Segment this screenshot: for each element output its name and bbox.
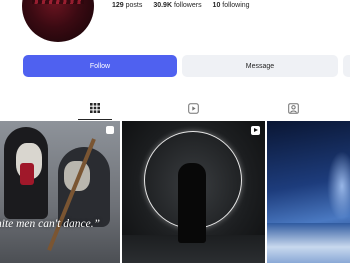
suggested-accounts-button[interactable] bbox=[343, 55, 350, 77]
post-caption-overlay: hite men can't dance.” bbox=[0, 218, 101, 230]
posts-grid: hite men can't dance.” bbox=[0, 121, 350, 263]
tab-reels[interactable] bbox=[138, 98, 248, 120]
profile-stats: 129 posts 30.9K followers 10 following bbox=[112, 2, 259, 9]
post-image-ground bbox=[267, 223, 350, 263]
reel-play-icon bbox=[251, 126, 260, 135]
tagged-icon bbox=[287, 103, 299, 114]
post-tile[interactable] bbox=[122, 121, 265, 263]
post-image-glow bbox=[327, 151, 350, 221]
reels-icon bbox=[187, 103, 199, 114]
tab-posts[interactable] bbox=[40, 98, 150, 120]
posts-stat[interactable]: 129 posts bbox=[112, 2, 142, 9]
following-stat[interactable]: 10 following bbox=[213, 2, 250, 9]
post-tile[interactable] bbox=[267, 121, 350, 263]
post-tile[interactable]: hite men can't dance.” bbox=[0, 121, 120, 263]
post-image-detail bbox=[20, 163, 34, 185]
message-button[interactable]: Message bbox=[182, 55, 338, 77]
follow-button[interactable]: Follow bbox=[23, 55, 177, 77]
profile-avatar[interactable] bbox=[22, 0, 94, 42]
grid-icon bbox=[90, 103, 100, 113]
post-image-figure bbox=[178, 163, 206, 243]
profile-tabs bbox=[0, 98, 350, 120]
carousel-icon bbox=[106, 126, 114, 134]
tab-tagged[interactable] bbox=[238, 98, 348, 120]
followers-stat[interactable]: 30.9K followers bbox=[153, 2, 201, 9]
